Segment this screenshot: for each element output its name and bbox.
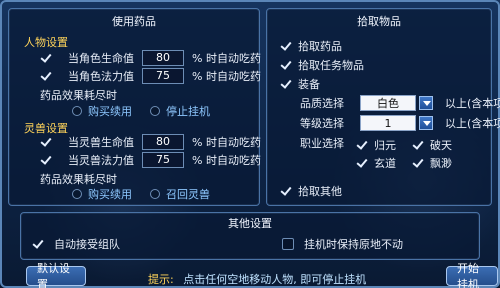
equipment-checkbox[interactable] [280,78,292,90]
pet-recall-option[interactable]: 召回灵兽 [150,186,210,202]
level-label: 等级选择 [300,117,344,130]
job-potian-label: 破天 [430,139,452,152]
keep-position-option[interactable]: 挂机时保持原地不动 [282,236,403,252]
pick-quest-option[interactable]: 拾取任务物品 [280,57,364,73]
job-piaomiao-label: 飘渺 [430,157,452,170]
char-stop-option[interactable]: 停止挂机 [150,103,210,119]
pick-other-checkbox[interactable] [280,185,292,197]
pick-drugs-option[interactable]: 拾取药品 [280,38,342,54]
start-hunt-button[interactable]: 开始挂机 [446,262,498,288]
job-xuandao-option[interactable]: 玄道 [356,155,396,171]
char-buy-option[interactable]: 购买续用 [72,103,132,119]
auto-team-label: 自动接受组队 [54,238,120,251]
char-buy-label[interactable]: 购买续用 [88,103,132,119]
level-row: 等级选择 1 以上(含本项) [300,115,500,131]
char-hp-label: 当角色生命值 [68,52,134,65]
job-guiyuan-checkbox[interactable] [356,139,368,151]
pet-recall-label[interactable]: 召回灵兽 [166,186,210,202]
pet-hp-input[interactable]: 80 [142,134,184,150]
char-hp-suffix: % 时自动吃药 [192,52,261,65]
tip-message: 点击任何空地移动人物, 即可停止挂机 [183,273,367,286]
pet-hp-suffix: % 时自动吃药 [192,136,261,149]
char-buy-radio[interactable] [72,106,82,116]
job-guiyuan-label: 归元 [374,139,396,152]
pet-expire-label: 药品效果耗尽时 [40,173,117,186]
char-hp-checkbox[interactable] [40,52,52,64]
char-hp-row: 当角色生命值 80 % 时自动吃药 [40,50,261,66]
char-mp-row: 当角色法力值 75 % 时自动吃药 [40,68,261,84]
level-value: 1 [384,116,392,130]
keep-position-label: 挂机时保持原地不动 [304,238,403,251]
pick-quest-checkbox[interactable] [280,59,292,71]
pet-recall-radio[interactable] [150,189,160,199]
job-label-row: 职业选择 [300,135,344,151]
level-select[interactable]: 1 [360,115,416,131]
char-stop-radio[interactable] [150,106,160,116]
char-hp-input[interactable]: 80 [142,50,184,66]
char-mp-label: 当角色法力值 [68,70,134,83]
tip-key: 提示: [148,273,174,286]
tip-text: 提示: 点击任何空地移动人物, 即可停止挂机 [148,271,366,287]
char-expire-label: 药品效果耗尽时 [40,89,117,102]
pet-hp-row: 当灵兽生命值 80 % 时自动吃药 [40,134,261,150]
quality-row: 品质选择 白色 以上(含本项) [300,95,500,111]
pet-buy-radio[interactable] [72,189,82,199]
pick-drugs-checkbox[interactable] [280,40,292,52]
pick-other-label: 拾取其他 [298,185,342,198]
pet-mp-label: 当灵兽法力值 [68,154,134,167]
pick-other-option[interactable]: 拾取其他 [280,183,342,199]
pet-mp-input[interactable]: 75 [142,152,184,168]
quality-select[interactable]: 白色 [360,95,416,111]
level-suffix: 以上(含本项) [445,117,500,130]
pick-drugs-label: 拾取药品 [298,40,342,53]
char-stop-label[interactable]: 停止挂机 [166,103,210,119]
drug-panel-title: 使用药品 [112,15,156,28]
job-xuandao-checkbox[interactable] [356,157,368,169]
job-xuandao-label: 玄道 [374,157,396,170]
job-piaomiao-option[interactable]: 飘渺 [412,155,452,171]
pick-quest-label: 拾取任务物品 [298,59,364,72]
auto-team-checkbox[interactable] [32,238,44,250]
auto-team-option[interactable]: 自动接受组队 [32,236,120,252]
job-label: 职业选择 [300,137,344,150]
pet-mp-suffix: % 时自动吃药 [192,154,261,167]
other-settings-title: 其他设置 [228,217,272,230]
keep-position-checkbox[interactable] [282,238,294,250]
pickup-panel-title: 拾取物品 [357,15,401,28]
pet-buy-option[interactable]: 购买续用 [72,186,132,202]
quality-value: 白色 [377,97,399,110]
pet-mp-checkbox[interactable] [40,154,52,166]
char-mp-checkbox[interactable] [40,70,52,82]
level-dropdown-icon[interactable] [419,116,433,130]
pet-buy-label[interactable]: 购买续用 [88,186,132,202]
equipment-label: 装备 [298,78,320,91]
char-mp-suffix: % 时自动吃药 [192,70,261,83]
quality-dropdown-icon[interactable] [419,96,433,110]
equipment-option[interactable]: 装备 [280,76,320,92]
quality-label: 品质选择 [300,97,344,110]
pet-hp-label: 当灵兽生命值 [68,136,134,149]
char-mp-input[interactable]: 75 [142,68,184,84]
job-potian-checkbox[interactable] [412,139,424,151]
job-potian-option[interactable]: 破天 [412,137,452,153]
pet-mp-row: 当灵兽法力值 75 % 时自动吃药 [40,152,261,168]
job-guiyuan-option[interactable]: 归元 [356,137,396,153]
job-piaomiao-checkbox[interactable] [412,157,424,169]
char-section-label: 人物设置 [24,36,68,49]
quality-suffix: 以上(含本项) [445,97,500,110]
default-settings-button[interactable]: 默认设置 [26,262,86,288]
pet-hp-checkbox[interactable] [40,136,52,148]
